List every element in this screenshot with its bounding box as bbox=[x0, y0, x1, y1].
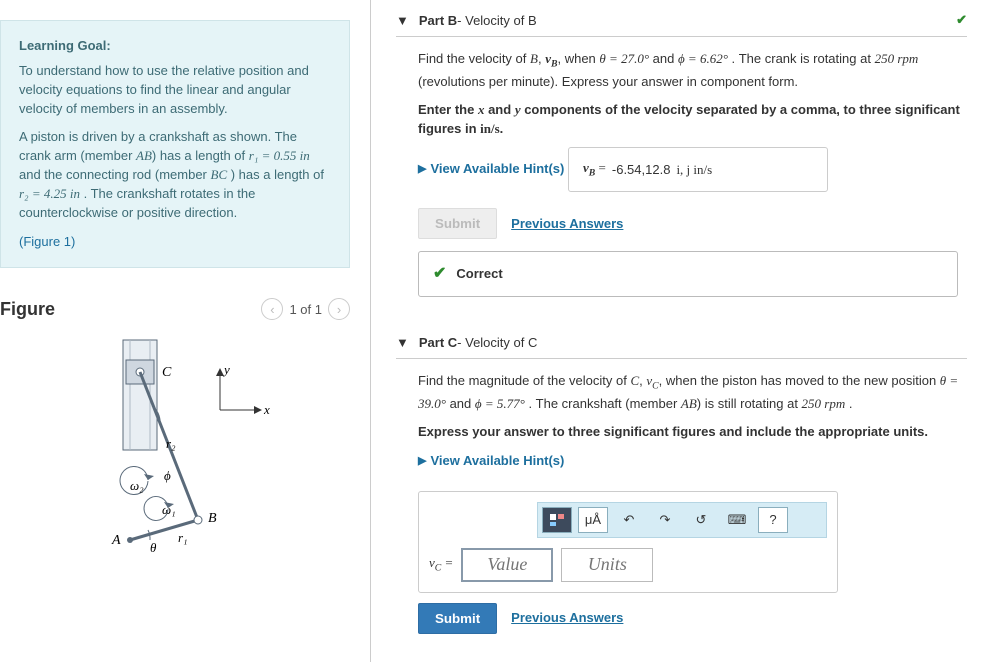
learning-goal-para1: To understand how to use the relative po… bbox=[19, 62, 331, 119]
part-c-value-input[interactable] bbox=[461, 548, 553, 582]
figure-next-button[interactable]: › bbox=[328, 298, 350, 320]
svg-text:A: A bbox=[111, 533, 121, 548]
part-c-header: ▼ Part C - Velocity of C bbox=[396, 327, 967, 359]
svg-text:θ: θ bbox=[150, 540, 157, 555]
part-c-body: Find the magnitude of the velocity of C,… bbox=[396, 359, 967, 652]
part-b-subtitle: - Velocity of B bbox=[457, 13, 536, 28]
figure-reference-link[interactable]: (Figure 1) bbox=[19, 233, 331, 252]
part-b-previous-answers-link[interactable]: Previous Answers bbox=[511, 214, 623, 234]
answer-toolbar: μÅ ↶ ↷ ↺ ⌨ ? bbox=[537, 502, 827, 538]
part-b-answer-units: i, j in/s bbox=[676, 160, 712, 180]
part-c-subtitle: - Velocity of C bbox=[457, 335, 537, 350]
part-b-label: Part B bbox=[419, 13, 457, 28]
part-c-instructions: Express your answer to three significant… bbox=[418, 422, 967, 442]
part-c-label: Part C bbox=[419, 335, 457, 350]
part-c-submit-button[interactable]: Submit bbox=[418, 603, 497, 634]
check-icon: ✔ bbox=[433, 262, 446, 286]
vc-symbol: vC = bbox=[429, 553, 453, 576]
part-b-status-check-icon: ✔ bbox=[956, 12, 967, 28]
learning-goal-panel: Learning Goal: To understand how to use … bbox=[0, 20, 350, 268]
redo-button[interactable]: ↷ bbox=[650, 507, 680, 533]
learning-goal-para2: A piston is driven by a crankshaft as sh… bbox=[19, 128, 331, 222]
part-c-units-input[interactable] bbox=[561, 548, 653, 582]
part-c-prompt: Find the magnitude of the velocity of C,… bbox=[418, 371, 967, 414]
svg-text:C: C bbox=[162, 365, 172, 380]
svg-text:r₁: r₁ bbox=[178, 530, 188, 545]
figure-pager: ‹ 1 of 1 › bbox=[261, 298, 350, 320]
part-b-submit-button: Submit bbox=[418, 208, 497, 239]
help-button[interactable]: ? bbox=[758, 507, 788, 533]
caret-right-icon: ▶ bbox=[418, 453, 426, 470]
template-tool-button[interactable] bbox=[542, 507, 572, 533]
part-c-collapse-caret[interactable]: ▼ bbox=[396, 335, 409, 350]
reset-button[interactable]: ↺ bbox=[686, 507, 716, 533]
figure-prev-button[interactable]: ‹ bbox=[261, 298, 283, 320]
part-b-instructions: Enter the x and y components of the velo… bbox=[418, 100, 967, 139]
part-c-hints-toggle[interactable]: ▶ View Available Hint(s) bbox=[418, 451, 564, 471]
svg-text:r₂: r₂ bbox=[166, 436, 176, 451]
part-b-correct-feedback: ✔ Correct bbox=[418, 251, 958, 297]
caret-right-icon: ▶ bbox=[418, 161, 426, 178]
part-b-prompt: Find the velocity of B, vB, when θ = 27.… bbox=[418, 49, 967, 92]
part-b-hints-toggle[interactable]: ▶ View Available Hint(s) bbox=[418, 159, 564, 179]
figure-pager-label: 1 of 1 bbox=[289, 302, 322, 317]
part-b-header: ▼ Part B - Velocity of B ✔ bbox=[396, 4, 967, 37]
part-b-body: Find the velocity of B, vB, when θ = 27.… bbox=[396, 37, 967, 307]
part-c-previous-answers-link[interactable]: Previous Answers bbox=[511, 608, 623, 628]
units-tool-button[interactable]: μÅ bbox=[578, 507, 608, 533]
part-b-answer-value: -6.54,12.8 bbox=[612, 160, 671, 180]
part-b-collapse-caret[interactable]: ▼ bbox=[396, 13, 409, 28]
svg-text:x: x bbox=[263, 402, 270, 417]
figure-section-title: Figure bbox=[0, 299, 55, 320]
part-b-answer-display: vB = -6.54,12.8 i, j in/s bbox=[568, 147, 828, 192]
learning-goal-heading: Learning Goal: bbox=[19, 37, 331, 56]
keyboard-button[interactable]: ⌨ bbox=[722, 507, 752, 533]
svg-text:y: y bbox=[222, 362, 230, 377]
svg-text:ω₂: ω₂ bbox=[130, 478, 144, 493]
svg-text:ω₁: ω₁ bbox=[162, 502, 176, 517]
svg-text:B: B bbox=[208, 511, 217, 526]
undo-button[interactable]: ↶ bbox=[614, 507, 644, 533]
svg-text:ϕ: ϕ bbox=[164, 468, 171, 483]
part-c-answer-frame: μÅ ↶ ↷ ↺ ⌨ ? vC = bbox=[418, 491, 838, 593]
figure-diagram: C r₂ ϕ ω₂ A B r₁ θ bbox=[0, 330, 350, 583]
